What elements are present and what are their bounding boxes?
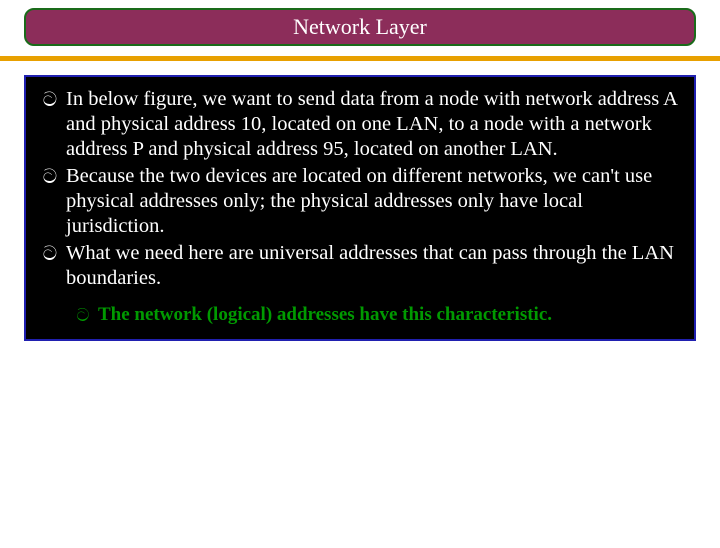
slide-title-bar: Network Layer (24, 8, 696, 46)
bullet-item: ට Because the two devices are located on… (34, 164, 686, 239)
bullet-icon: ට (34, 87, 66, 113)
content-box: ට In below figure, we want to send data … (24, 75, 696, 341)
divider-line (0, 56, 720, 61)
bullet-icon: ට (34, 241, 66, 267)
sub-bullet-item: ට The network (logical) addresses have t… (68, 303, 686, 327)
bullet-text: In below figure, we want to send data fr… (66, 87, 686, 162)
sub-bullet-icon: ට (68, 303, 98, 327)
bullet-text: Because the two devices are located on d… (66, 164, 686, 239)
bullet-text: What we need here are universal addresse… (66, 241, 686, 291)
bullet-item: ට What we need here are universal addres… (34, 241, 686, 291)
bullet-item: ට In below figure, we want to send data … (34, 87, 686, 162)
bullet-icon: ට (34, 164, 66, 190)
slide-title: Network Layer (293, 14, 427, 39)
sub-bullet-text: The network (logical) addresses have thi… (98, 303, 686, 327)
